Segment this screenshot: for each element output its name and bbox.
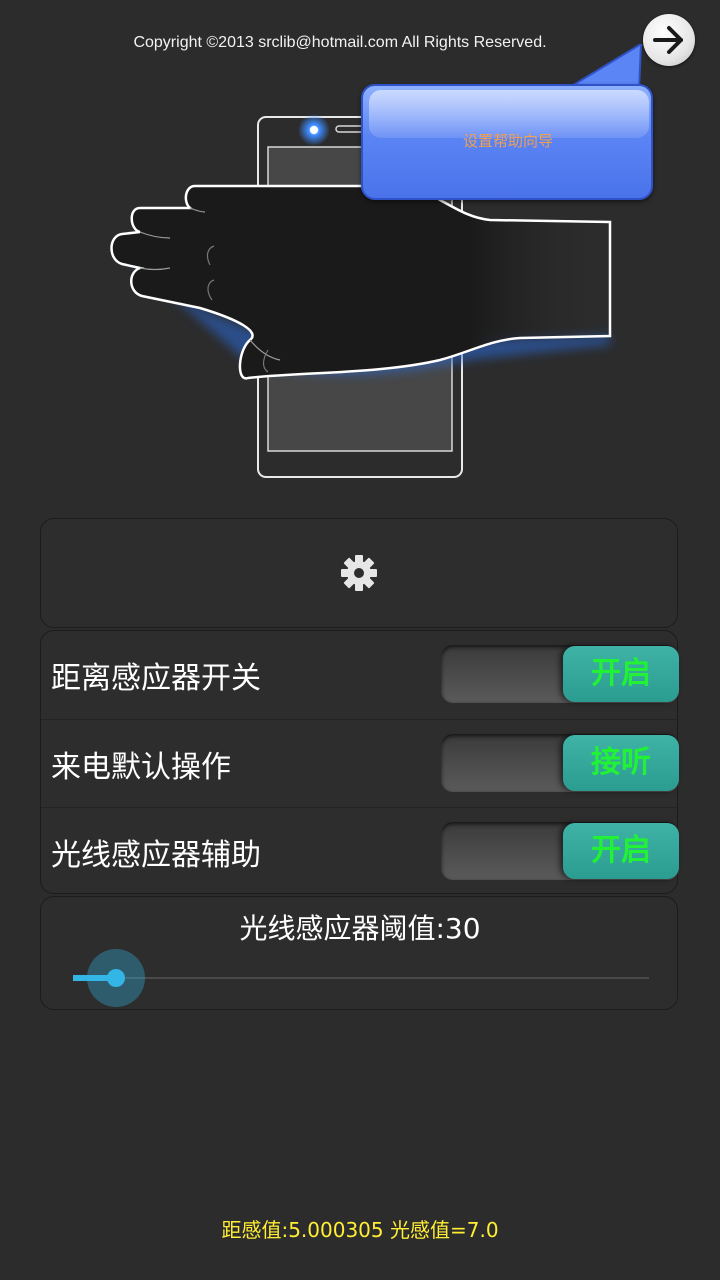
row-label: 来电默认操作 [51,750,231,785]
gear-icon [341,555,377,591]
toggle-thumb: 开启 [563,646,679,702]
toggle-thumb: 开启 [563,823,679,879]
toggle-thumb: 接听 [563,735,679,791]
incoming-call-toggle[interactable]: 接听 [441,734,679,792]
settings-button[interactable] [339,553,379,593]
tooltip-text: 设置帮助向导 [462,132,553,150]
sensor-readout: 距感值:5.000305 光感值=7.0 [221,1218,499,1242]
slider-label: 光线感应器阈值:30 [239,912,481,945]
slider-thumb[interactable] [106,969,125,987]
threshold-slider-panel: 光线感应器阈值:30 [40,896,678,1010]
slider-track[interactable] [73,977,649,979]
light-sensor-toggle[interactable]: 开启 [441,822,679,880]
settings-panel[interactable] [40,518,678,628]
arrow-right-icon [653,26,683,54]
tooltip-bubble: 设置帮助向导 [361,84,653,200]
list-item-light-sensor-assist[interactable]: 光线感应器辅助 开启 [41,807,679,896]
sensor-settings-list: 距离感应器开关 开启 来电默认操作 接听 光线感应器辅助 开启 [40,630,679,896]
list-item-proximity-switch[interactable]: 距离感应器开关 开启 [41,631,679,719]
row-label: 光线感应器辅助 [51,838,261,873]
proximity-sensor-toggle[interactable]: 开启 [441,645,679,703]
app-screen: Copyright ©2013 srclib@hotmail.com All R… [0,0,720,1280]
row-label: 距离感应器开关 [51,661,261,696]
help-tooltip[interactable]: 设置帮助向导 [361,44,653,200]
list-item-incoming-call-action[interactable]: 来电默认操作 接听 [41,719,679,808]
